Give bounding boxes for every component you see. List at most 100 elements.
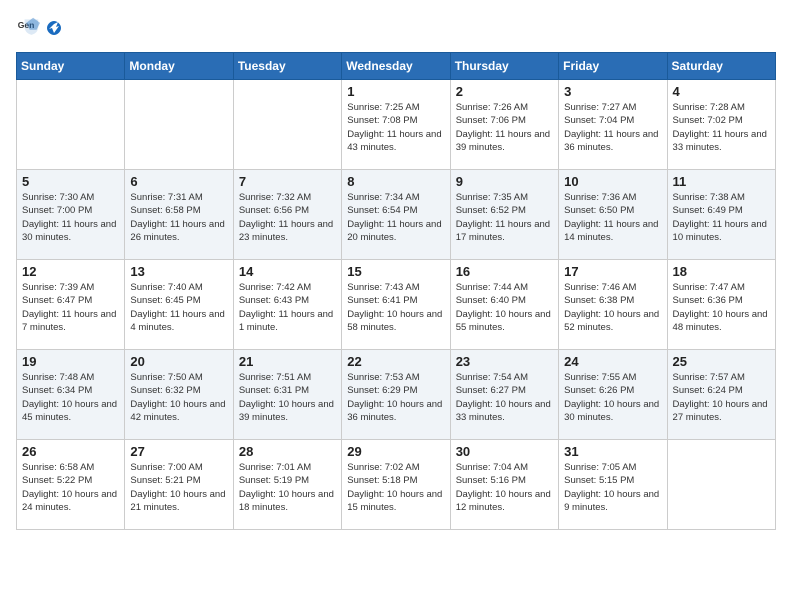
day-number: 23 [456, 354, 553, 369]
day-number: 3 [564, 84, 661, 99]
weekday-header-tuesday: Tuesday [233, 53, 341, 80]
day-number: 25 [673, 354, 770, 369]
page-header: Gen [16, 16, 776, 40]
day-number: 29 [347, 444, 444, 459]
weekday-header-sunday: Sunday [17, 53, 125, 80]
calendar-cell: 26Sunrise: 6:58 AM Sunset: 5:22 PM Dayli… [17, 440, 125, 530]
day-info: Sunrise: 7:39 AM Sunset: 6:47 PM Dayligh… [22, 282, 116, 333]
calendar-cell: 2 Sunrise: 7:26 AM Sunset: 7:06 PM Daylig… [450, 80, 558, 170]
day-info: Sunrise: 7:44 AM Sunset: 6:40 PM Dayligh… [456, 282, 551, 333]
day-number: 17 [564, 264, 661, 279]
weekday-header-saturday: Saturday [667, 53, 775, 80]
calendar-cell: 19 Sunrise: 7:48 AM Sunset: 6:34 PM Dayli… [17, 350, 125, 440]
day-info: Sunrise: 7:57 AM Sunset: 6:24 PM Dayligh… [673, 372, 768, 423]
calendar-cell: 7 Sunrise: 7:32 AM Sunset: 6:56 PM Daylig… [233, 170, 341, 260]
day-info: Sunrise: 7:02 AM Sunset: 5:18 PM Dayligh… [347, 462, 442, 513]
day-info: Sunrise: 7:55 AM Sunset: 6:26 PM Dayligh… [564, 372, 659, 423]
weekday-header-monday: Monday [125, 53, 233, 80]
weekday-header-row: SundayMondayTuesdayWednesdayThursdayFrid… [17, 53, 776, 80]
day-number: 10 [564, 174, 661, 189]
day-number: 11 [673, 174, 770, 189]
calendar-cell: 10 Sunrise: 7:36 AM Sunset: 6:50 PM Dayli… [559, 170, 667, 260]
day-number: 21 [239, 354, 336, 369]
day-number: 2 [456, 84, 553, 99]
day-number: 1 [347, 84, 444, 99]
day-number: 13 [130, 264, 227, 279]
calendar-cell: 4 Sunrise: 7:28 AM Sunset: 7:02 PM Daylig… [667, 80, 775, 170]
day-number: 7 [239, 174, 336, 189]
calendar-cell: 6 Sunrise: 7:31 AM Sunset: 6:58 PM Daylig… [125, 170, 233, 260]
day-info: Sunrise: 7:25 AM Sunset: 7:08 PM Dayligh… [347, 102, 441, 153]
day-number: 27 [130, 444, 227, 459]
day-number: 12 [22, 264, 119, 279]
day-info: Sunrise: 7:43 AM Sunset: 6:41 PM Dayligh… [347, 282, 442, 333]
day-info: Sunrise: 7:42 AM Sunset: 6:43 PM Dayligh… [239, 282, 333, 333]
day-info: Sunrise: 7:05 AM Sunset: 5:15 PM Dayligh… [564, 462, 659, 513]
calendar-cell [233, 80, 341, 170]
logo-icon: Gen [16, 16, 40, 40]
day-number: 5 [22, 174, 119, 189]
calendar-cell: 21Sunrise: 7:51 AM Sunset: 6:31 PM Dayli… [233, 350, 341, 440]
calendar-week-3: 12 Sunrise: 7:39 AM Sunset: 6:47 PM Dayli… [17, 260, 776, 350]
calendar-cell: 25 Sunrise: 7:57 AM Sunset: 6:24 PM Dayli… [667, 350, 775, 440]
day-number: 18 [673, 264, 770, 279]
calendar-week-2: 5 Sunrise: 7:30 AM Sunset: 7:00 PM Daylig… [17, 170, 776, 260]
logo-bird-icon [45, 19, 63, 37]
day-info: Sunrise: 7:53 AM Sunset: 6:29 PM Dayligh… [347, 372, 442, 423]
day-info: Sunrise: 7:26 AM Sunset: 7:06 PM Dayligh… [456, 102, 550, 153]
day-info: Sunrise: 7:38 AM Sunset: 6:49 PM Dayligh… [673, 192, 767, 243]
day-number: 20 [130, 354, 227, 369]
calendar-cell: 20 Sunrise: 7:50 AM Sunset: 6:32 PM Dayli… [125, 350, 233, 440]
calendar-cell [125, 80, 233, 170]
day-info: Sunrise: 7:31 AM Sunset: 6:58 PM Dayligh… [130, 192, 224, 243]
day-number: 19 [22, 354, 119, 369]
calendar-cell: 1 Sunrise: 7:25 AM Sunset: 7:08 PM Daylig… [342, 80, 450, 170]
weekday-header-thursday: Thursday [450, 53, 558, 80]
calendar-cell: 8Sunrise: 7:34 AM Sunset: 6:54 PM Daylig… [342, 170, 450, 260]
calendar-cell: 24Sunrise: 7:55 AM Sunset: 6:26 PM Dayli… [559, 350, 667, 440]
calendar-cell: 28Sunrise: 7:01 AM Sunset: 5:19 PM Dayli… [233, 440, 341, 530]
day-info: Sunrise: 7:54 AM Sunset: 6:27 PM Dayligh… [456, 372, 551, 423]
day-info: Sunrise: 7:04 AM Sunset: 5:16 PM Dayligh… [456, 462, 551, 513]
day-number: 6 [130, 174, 227, 189]
day-number: 28 [239, 444, 336, 459]
day-number: 14 [239, 264, 336, 279]
calendar-cell [667, 440, 775, 530]
logo: Gen [16, 16, 64, 40]
day-info: Sunrise: 7:40 AM Sunset: 6:45 PM Dayligh… [130, 282, 224, 333]
calendar-body: 1 Sunrise: 7:25 AM Sunset: 7:08 PM Daylig… [17, 80, 776, 530]
day-number: 9 [456, 174, 553, 189]
calendar-week-5: 26Sunrise: 6:58 AM Sunset: 5:22 PM Dayli… [17, 440, 776, 530]
day-info: Sunrise: 7:36 AM Sunset: 6:50 PM Dayligh… [564, 192, 658, 243]
calendar-cell: 31Sunrise: 7:05 AM Sunset: 5:15 PM Dayli… [559, 440, 667, 530]
calendar-cell: 9Sunrise: 7:35 AM Sunset: 6:52 PM Daylig… [450, 170, 558, 260]
day-number: 26 [22, 444, 119, 459]
calendar-cell: 30Sunrise: 7:04 AM Sunset: 5:16 PM Dayli… [450, 440, 558, 530]
day-info: Sunrise: 7:32 AM Sunset: 6:56 PM Dayligh… [239, 192, 333, 243]
day-info: Sunrise: 7:47 AM Sunset: 6:36 PM Dayligh… [673, 282, 768, 333]
day-info: Sunrise: 7:48 AM Sunset: 6:34 PM Dayligh… [22, 372, 117, 423]
calendar-week-1: 1 Sunrise: 7:25 AM Sunset: 7:08 PM Daylig… [17, 80, 776, 170]
day-info: Sunrise: 7:28 AM Sunset: 7:02 PM Dayligh… [673, 102, 767, 153]
calendar-cell: 27 Sunrise: 7:00 AM Sunset: 5:21 PM Dayli… [125, 440, 233, 530]
day-info: Sunrise: 7:46 AM Sunset: 6:38 PM Dayligh… [564, 282, 659, 333]
calendar-cell: 18 Sunrise: 7:47 AM Sunset: 6:36 PM Dayli… [667, 260, 775, 350]
weekday-header-friday: Friday [559, 53, 667, 80]
day-number: 15 [347, 264, 444, 279]
day-number: 4 [673, 84, 770, 99]
calendar-cell: 12 Sunrise: 7:39 AM Sunset: 6:47 PM Dayli… [17, 260, 125, 350]
calendar-cell: 22Sunrise: 7:53 AM Sunset: 6:29 PM Dayli… [342, 350, 450, 440]
day-info: Sunrise: 7:50 AM Sunset: 6:32 PM Dayligh… [130, 372, 225, 423]
calendar-table: SundayMondayTuesdayWednesdayThursdayFrid… [16, 52, 776, 530]
day-number: 8 [347, 174, 444, 189]
calendar-cell: 17 Sunrise: 7:46 AM Sunset: 6:38 PM Dayli… [559, 260, 667, 350]
calendar-cell: 3 Sunrise: 7:27 AM Sunset: 7:04 PM Daylig… [559, 80, 667, 170]
calendar-cell: 5 Sunrise: 7:30 AM Sunset: 7:00 PM Daylig… [17, 170, 125, 260]
calendar-cell: 14 Sunrise: 7:42 AM Sunset: 6:43 PM Dayli… [233, 260, 341, 350]
day-info: Sunrise: 7:30 AM Sunset: 7:00 PM Dayligh… [22, 192, 116, 243]
calendar-cell [17, 80, 125, 170]
calendar-cell: 15 Sunrise: 7:43 AM Sunset: 6:41 PM Dayli… [342, 260, 450, 350]
calendar-cell: 13 Sunrise: 7:40 AM Sunset: 6:45 PM Dayli… [125, 260, 233, 350]
day-info: Sunrise: 7:27 AM Sunset: 7:04 PM Dayligh… [564, 102, 658, 153]
day-info: Sunrise: 7:00 AM Sunset: 5:21 PM Dayligh… [130, 462, 225, 513]
